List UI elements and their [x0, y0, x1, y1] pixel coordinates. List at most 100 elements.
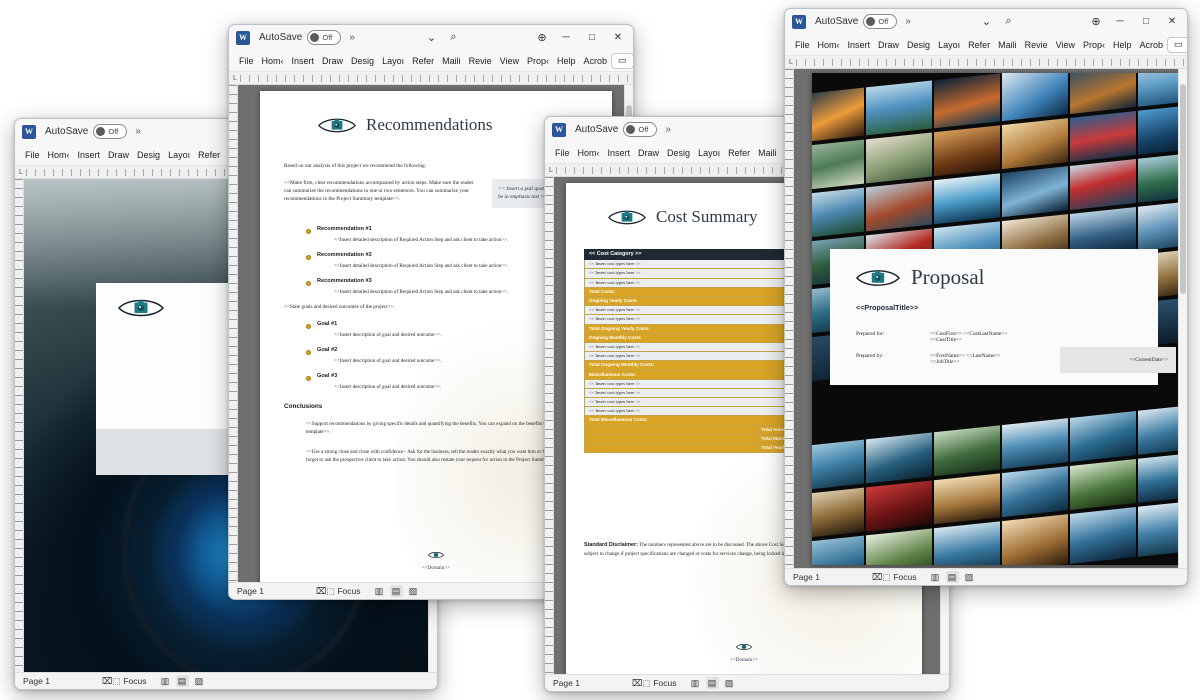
ribbon-tab-design[interactable]: Desiɡ: [903, 38, 934, 52]
ribbon-tab-view[interactable]: View: [496, 54, 523, 68]
scrollbar-thumb[interactable]: [1180, 83, 1186, 294]
proposal-page[interactable]: Proposal <<ProposalTitle>> Prepared for:…: [812, 73, 1178, 565]
ribbon-right-group[interactable]: ▭ ✎ Editing ›: [1167, 36, 1187, 53]
view-switcher[interactable]: ▥ ▤ ▨: [159, 675, 206, 687]
document-canvas[interactable]: Proposal <<ProposalTitle>> Prepared for:…: [794, 69, 1178, 568]
status-page-number[interactable]: Page 1: [793, 572, 820, 582]
ribbon-tab-file[interactable]: File: [21, 148, 44, 162]
ribbon-tab-home[interactable]: Hom‹: [574, 146, 604, 160]
current-date-block[interactable]: <<CurrentDate>>: [1060, 347, 1176, 373]
ribbon-tabs[interactable]: File Hom‹ Insert Draw Desiɡ Layoı Refer …: [229, 50, 633, 72]
read-mode-icon[interactable]: ▥: [159, 675, 172, 687]
ribbon-right-group[interactable]: ▭ ✎ Editing ›: [611, 52, 633, 69]
ribbon-display-options-icon[interactable]: ⊕: [1085, 12, 1107, 32]
autosave-toggle[interactable]: Off: [623, 122, 658, 137]
read-mode-icon[interactable]: ▥: [689, 677, 702, 689]
autosave-toggle[interactable]: Off: [307, 30, 342, 45]
close-button[interactable]: ✕: [1159, 10, 1185, 33]
accessibility-icon[interactable]: ⌧: [316, 586, 326, 597]
prepared-by-values[interactable]: <<FirstName>> <<LastName>> <<JobTitle>>: [930, 353, 1001, 365]
ribbon-tab-acrobat[interactable]: Acrob: [580, 54, 612, 68]
ribbon-tab-properties[interactable]: Prop‹: [523, 54, 553, 68]
autosave-toggle[interactable]: Off: [93, 124, 128, 139]
ribbon-tab-file[interactable]: File: [235, 54, 258, 68]
ribbon-tab-file[interactable]: File: [791, 38, 814, 52]
amount-blank[interactable]: [583, 443, 758, 454]
ribbon-tab-layout[interactable]: Layoı: [164, 148, 194, 162]
titlebar[interactable]: W AutoSave Off » ⌄ ⌕ ⊕ ─ □ ✕: [785, 9, 1187, 34]
focus-mode-button[interactable]: ⬚ Focus: [112, 676, 146, 687]
ribbon-tab-layout[interactable]: Layoı: [934, 38, 964, 52]
search-icon[interactable]: ⌕: [997, 12, 1019, 32]
close-button[interactable]: ✕: [605, 26, 631, 49]
ribbon-tab-references[interactable]: Refer: [964, 38, 994, 52]
ribbon-tab-layout[interactable]: Layoı: [694, 146, 724, 160]
ribbon-tab-mailings[interactable]: Maili: [994, 38, 1021, 52]
web-layout-icon[interactable]: ▨: [193, 675, 206, 687]
ribbon-tab-layout[interactable]: Layoı: [378, 54, 408, 68]
ribbon-tab-home[interactable]: Hom‹: [44, 148, 74, 162]
ribbon-tab-view[interactable]: View: [1052, 38, 1079, 52]
ribbon-display-options-icon[interactable]: ⊕: [531, 28, 553, 48]
ribbon-tab-review[interactable]: Revie: [1021, 38, 1052, 52]
accessibility-icon[interactable]: ⌧: [872, 572, 882, 583]
overflow-chevron-icon[interactable]: »: [349, 32, 354, 43]
ribbon-tab-insert[interactable]: Insert: [74, 148, 105, 162]
ribbon-tab-file[interactable]: File: [551, 146, 574, 160]
focus-mode-button[interactable]: ⬚ Focus: [326, 586, 360, 597]
vertical-scrollbar[interactable]: [1178, 69, 1187, 568]
read-mode-icon[interactable]: ▥: [373, 585, 386, 597]
chevron-down-icon[interactable]: ⌄: [420, 28, 442, 48]
maximize-button[interactable]: □: [579, 26, 605, 49]
web-layout-icon[interactable]: ▨: [963, 571, 976, 583]
ribbon-tab-help[interactable]: Help: [1109, 38, 1136, 52]
ribbon-tabs[interactable]: File Hom‹ Insert Draw Desiɡ Layoı Refer …: [785, 34, 1187, 56]
overflow-chevron-icon[interactable]: »: [905, 16, 910, 27]
status-page-number[interactable]: Page 1: [237, 586, 264, 596]
ribbon-tab-review[interactable]: Revie: [465, 54, 496, 68]
ribbon-tab-mailings[interactable]: Maili: [754, 146, 781, 160]
focus-mode-button[interactable]: ⬚ Focus: [882, 572, 916, 583]
status-page-number[interactable]: Page 1: [23, 676, 50, 686]
print-layout-icon[interactable]: ▤: [389, 585, 403, 597]
ribbon-tab-draw[interactable]: Draw: [104, 148, 133, 162]
ribbon-tab-draw[interactable]: Draw: [874, 38, 903, 52]
print-layout-icon[interactable]: ▤: [705, 677, 719, 689]
overflow-chevron-icon[interactable]: »: [665, 124, 670, 135]
proposal-title-placeholder[interactable]: <<ProposalTitle>>: [856, 303, 918, 312]
ribbon-tab-design[interactable]: Desiɡ: [347, 54, 378, 68]
window-proposal[interactable]: W AutoSave Off » ⌄ ⌕ ⊕ ─ □ ✕ File Hom‹ I…: [784, 8, 1188, 586]
web-layout-icon[interactable]: ▨: [407, 585, 420, 597]
ribbon-tab-draw[interactable]: Draw: [634, 146, 663, 160]
search-icon[interactable]: ⌕: [442, 28, 464, 48]
ribbon-tab-draw[interactable]: Draw: [318, 54, 347, 68]
ribbon-tab-design[interactable]: Desiɡ: [663, 146, 694, 160]
minimize-button[interactable]: ─: [1107, 10, 1133, 33]
accessibility-icon[interactable]: ⌧: [102, 676, 112, 687]
view-switcher[interactable]: ▥ ▤ ▨: [373, 585, 420, 597]
view-switcher[interactable]: ▥ ▤ ▨: [929, 571, 976, 583]
read-mode-icon[interactable]: ▥: [929, 571, 942, 583]
ribbon-tab-insert[interactable]: Insert: [844, 38, 875, 52]
ribbon-tab-references[interactable]: Refer: [194, 148, 224, 162]
maximize-button[interactable]: □: [1133, 10, 1159, 33]
overflow-chevron-icon[interactable]: »: [135, 126, 140, 137]
print-layout-icon[interactable]: ▤: [175, 675, 189, 687]
focus-mode-button[interactable]: ⬚ Focus: [642, 678, 676, 689]
ribbon-tab-references[interactable]: Refer: [724, 146, 754, 160]
status-page-number[interactable]: Page 1: [553, 678, 580, 688]
ribbon-tab-design[interactable]: Desiɡ: [133, 148, 164, 162]
prepared-for-values[interactable]: <<CustFirst>> <<CustLastName>> <<CustTit…: [930, 331, 1007, 343]
titlebar[interactable]: W AutoSave Off » ⌄ ⌕ ⊕ ─ □ ✕: [229, 25, 633, 50]
ribbon-tab-help[interactable]: Help: [553, 54, 580, 68]
accessibility-icon[interactable]: ⌧: [632, 678, 642, 689]
ribbon-tab-insert[interactable]: Insert: [604, 146, 635, 160]
ribbon-tab-mailings[interactable]: Maili: [438, 54, 465, 68]
amount-blank[interactable]: [583, 424, 758, 435]
view-switcher[interactable]: ▥ ▤ ▨: [689, 677, 736, 689]
ribbon-tab-home[interactable]: Hom‹: [258, 54, 288, 68]
ribbon-tab-insert[interactable]: Insert: [288, 54, 319, 68]
comments-button[interactable]: ▭: [1167, 36, 1187, 53]
ribbon-tab-acrobat[interactable]: Acrob: [1136, 38, 1168, 52]
amount-blank[interactable]: [583, 433, 758, 445]
